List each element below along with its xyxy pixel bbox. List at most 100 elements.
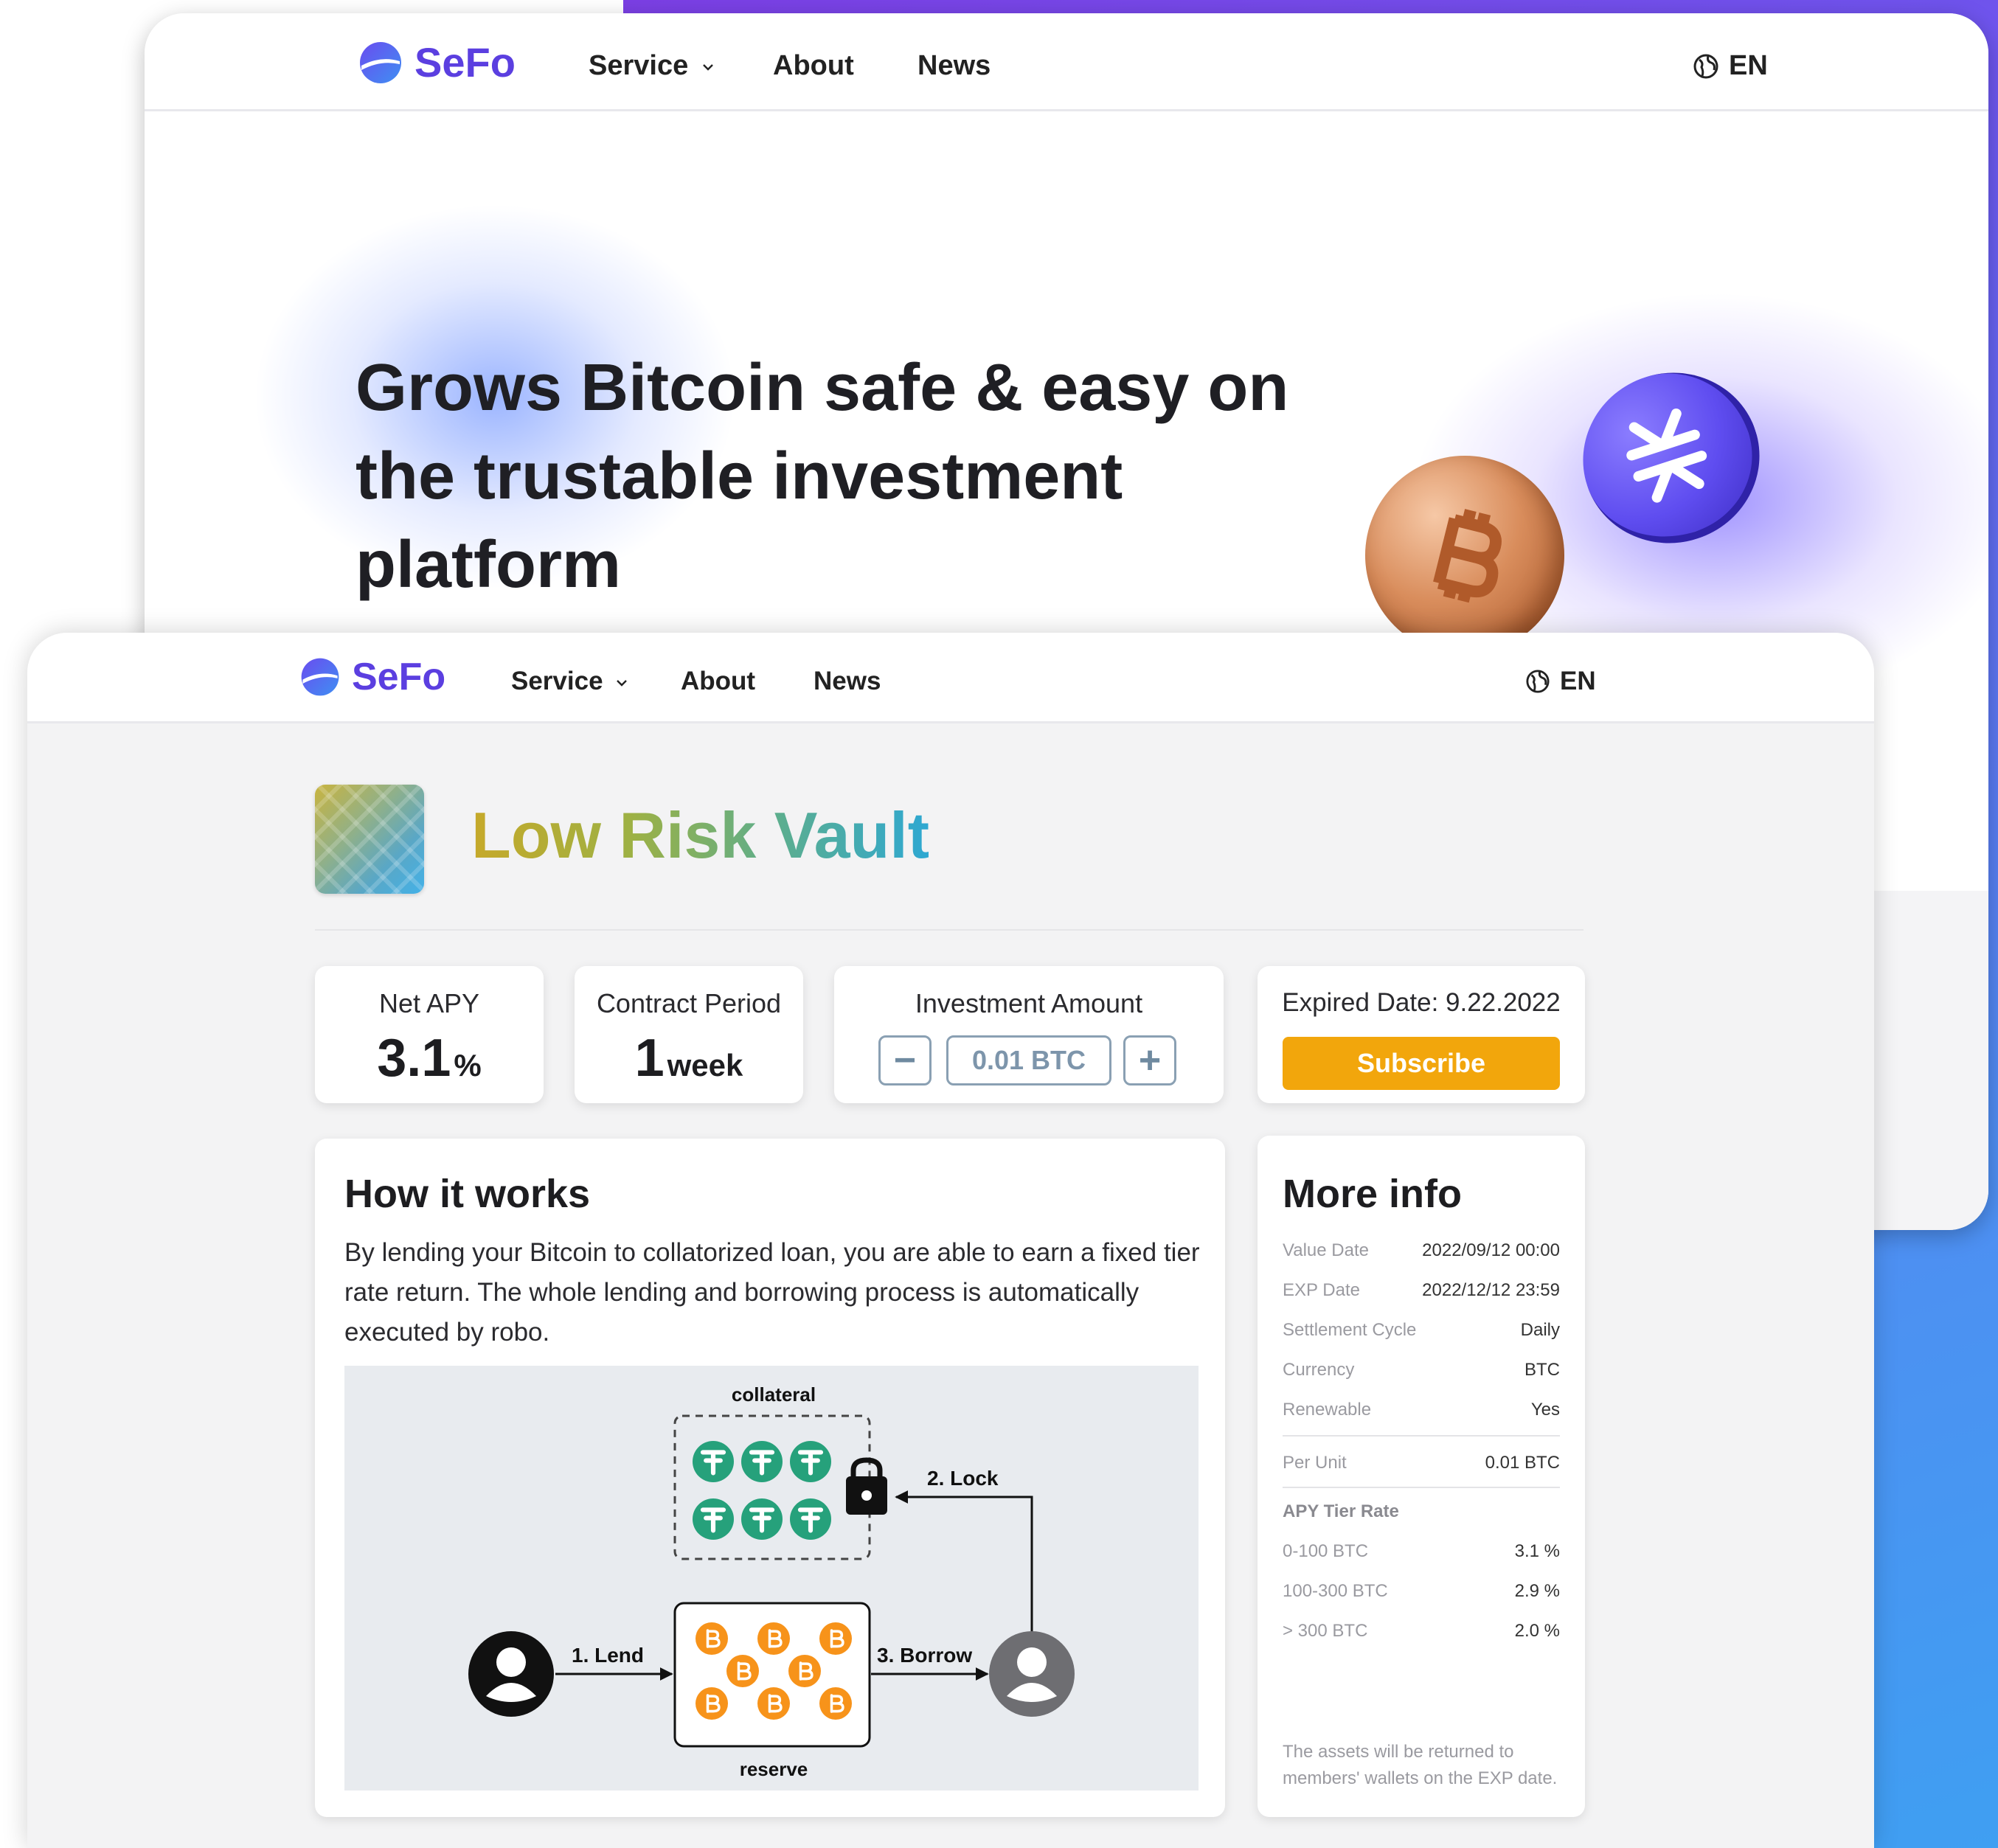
bitcoin-icon <box>819 1622 852 1655</box>
tether-icon <box>693 1498 734 1540</box>
tether-icon <box>790 1498 831 1540</box>
tier-range: 100-300 BTC <box>1283 1581 1388 1601</box>
tier-row: 100-300 BTC 2.9 % <box>1283 1581 1560 1602</box>
investment-amount-label: Investment Amount <box>915 988 1143 1018</box>
info-row-settlement: Settlement Cycle Daily <box>1283 1320 1560 1341</box>
hero-title: Grows Bitcoin safe & easy on the trustab… <box>355 351 1289 602</box>
info-value: 0.01 BTC <box>1485 1453 1560 1473</box>
info-key: Per Unit <box>1283 1453 1347 1473</box>
bitcoin-icon <box>757 1687 790 1720</box>
landing-nav-bar: SeFo Service About News EN <box>145 13 1988 111</box>
apy-tier-heading: APY Tier Rate <box>1283 1501 1399 1521</box>
borrow-step-label: 3. Borrow <box>877 1644 972 1667</box>
tier-rate: 2.0 % <box>1514 1621 1560 1641</box>
contract-period-unit: week <box>667 1048 743 1083</box>
info-key: Renewable <box>1283 1400 1372 1420</box>
tether-coin-group <box>693 1441 831 1540</box>
expired-date-label: Expired Date: 9.22.2022 <box>1282 988 1561 1017</box>
tier-rate: 3.1 % <box>1514 1541 1560 1561</box>
lender-user-icon <box>468 1631 554 1717</box>
info-row-renewable: Renewable Yes <box>1283 1400 1560 1420</box>
contract-period-number: 1 <box>634 1029 665 1088</box>
bitcoin-coin-illustration <box>1365 456 1564 655</box>
net-apy-number: 3.1 <box>377 1029 451 1088</box>
net-apy-unit: % <box>454 1048 482 1083</box>
increase-amount-button[interactable]: + <box>1123 1035 1176 1085</box>
title-divider <box>315 929 1584 931</box>
borrower-user-icon <box>989 1631 1075 1717</box>
lending-flow-svg: collateral 2. Lock reserve 1. Lend 3. Bo… <box>468 1383 1075 1780</box>
how-it-works-description: By lending your Bitcoin to collatorized … <box>344 1238 1200 1347</box>
sefo-logo-text: SeFo <box>352 656 446 698</box>
contract-period-card: Contract Period 1week <box>575 966 803 1103</box>
nav-news[interactable]: News <box>814 667 881 696</box>
nav-service-label: Service <box>511 667 603 695</box>
info-key: Currency <box>1283 1360 1355 1380</box>
info-row-value-date: Value Date 2022/09/12 00:00 <box>1283 1240 1560 1261</box>
vault-icon <box>315 785 424 894</box>
expiry-card: Expired Date: 9.22.2022 Subscribe <box>1258 966 1585 1103</box>
net-apy-card: Net APY 3.1% <box>315 966 544 1103</box>
nav-service-label: Service <box>589 50 689 81</box>
globe-icon <box>1526 670 1550 693</box>
language-selector[interactable]: EN <box>1693 50 1768 82</box>
bitcoin-icon <box>788 1655 821 1687</box>
tether-icon <box>741 1441 783 1482</box>
more-info-card: More info Value Date 2022/09/12 00:00 EXP… <box>1258 1136 1585 1817</box>
bitcoin-icon <box>819 1687 852 1720</box>
bitcoin-icon <box>696 1687 728 1720</box>
bitcoin-icon <box>1433 509 1502 603</box>
tier-row: > 300 BTC 2.0 % <box>1283 1621 1560 1642</box>
reserve-label: reserve <box>740 1758 808 1780</box>
tier-row: 0-100 BTC 3.1 % <box>1283 1541 1560 1562</box>
net-apy-value: 3.1% <box>315 1028 544 1088</box>
vault-title: Low Risk Vault <box>471 795 929 876</box>
lend-step-label: 1. Lend <box>572 1644 644 1667</box>
subscribe-button[interactable]: Subscribe <box>1283 1037 1560 1090</box>
investment-amount-card: Investment Amount − + <box>834 966 1224 1103</box>
collateral-label: collateral <box>732 1383 816 1406</box>
info-key: Settlement Cycle <box>1283 1320 1417 1340</box>
more-info-title: More info <box>1283 1172 1462 1216</box>
info-divider <box>1283 1487 1560 1488</box>
bitcoin-icon <box>696 1622 728 1655</box>
nav-news[interactable]: News <box>918 50 991 82</box>
decrease-amount-button[interactable]: − <box>878 1035 932 1085</box>
info-value: Daily <box>1520 1320 1560 1340</box>
chevron-down-icon <box>702 64 713 71</box>
bitcoin-icon <box>726 1655 759 1687</box>
language-label: EN <box>1560 667 1596 695</box>
how-it-works-title: How it works <box>344 1172 591 1216</box>
vault-nav-bar: SeFo Service About News EN <box>27 633 1874 723</box>
info-value: Yes <box>1530 1400 1560 1420</box>
nav-service[interactable]: Service <box>589 50 714 82</box>
investment-amount-input[interactable] <box>946 1035 1111 1085</box>
how-it-works-card: How it works By lending your Bitcoin to … <box>315 1139 1225 1817</box>
info-value: 2022/09/12 00:00 <box>1422 1240 1560 1260</box>
sefo-logo[interactable]: SeFo <box>299 655 445 699</box>
nav-service[interactable]: Service <box>511 667 628 696</box>
sefo-logo-text: SeFo <box>414 39 516 86</box>
info-divider <box>1283 1435 1560 1437</box>
lending-flow-diagram: collateral 2. Lock reserve 1. Lend 3. Bo… <box>344 1366 1199 1790</box>
chevron-down-icon <box>617 679 628 687</box>
tether-icon <box>693 1441 734 1482</box>
tether-icon <box>741 1498 783 1540</box>
info-key: Value Date <box>1283 1240 1369 1260</box>
net-apy-label: Net APY <box>378 988 480 1018</box>
lock-arrow <box>895 1490 1033 1634</box>
globe-icon <box>1693 54 1718 78</box>
nav-about[interactable]: About <box>681 667 755 696</box>
language-selector[interactable]: EN <box>1526 667 1596 696</box>
sefo-logo[interactable]: SeFo <box>357 38 516 86</box>
tier-range: > 300 BTC <box>1283 1621 1368 1641</box>
language-label: EN <box>1729 50 1768 81</box>
lock-step-label: 2. Lock <box>927 1467 999 1490</box>
nav-about[interactable]: About <box>773 50 854 82</box>
tier-rate: 2.9 % <box>1514 1581 1560 1601</box>
bitcoin-icon <box>757 1622 790 1655</box>
tether-icon <box>790 1441 831 1482</box>
stacks-icon <box>1626 408 1707 503</box>
sefo-logo-icon <box>360 41 401 83</box>
lock-icon <box>846 1457 887 1515</box>
